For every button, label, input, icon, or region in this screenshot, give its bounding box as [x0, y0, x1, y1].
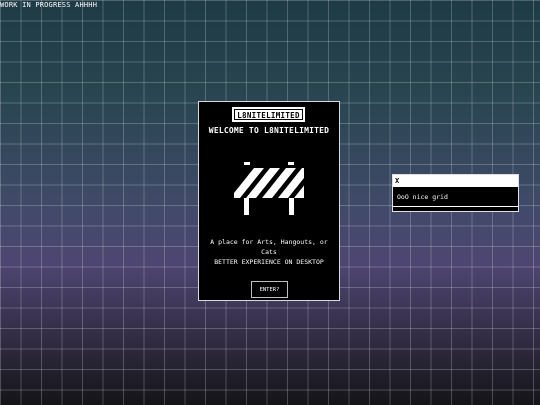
popup-divider	[393, 206, 518, 207]
wip-banner: WORK IN PROGRESS AHHHH	[0, 1, 98, 9]
site-description: A place for Arts, Hangouts, or Cats	[210, 238, 328, 256]
popup-titlebar: X	[393, 175, 518, 187]
road-barrier-icon	[234, 162, 304, 215]
grid-popup: X OoO nice grid	[392, 174, 519, 212]
welcome-heading: WELCOME TO L8NITELIMITED	[208, 126, 330, 135]
close-icon[interactable]: X	[395, 177, 399, 185]
enter-button[interactable]: ENTER?	[251, 281, 288, 298]
desktop-notice: BETTER EXPERIENCE ON DESKTOP	[214, 258, 324, 266]
popup-message: OoO nice grid	[397, 193, 448, 201]
brand-logo: L8NITELIMITED	[232, 107, 305, 122]
welcome-window: L8NITELIMITED WELCOME TO L8NITELIMITED A…	[198, 101, 340, 301]
